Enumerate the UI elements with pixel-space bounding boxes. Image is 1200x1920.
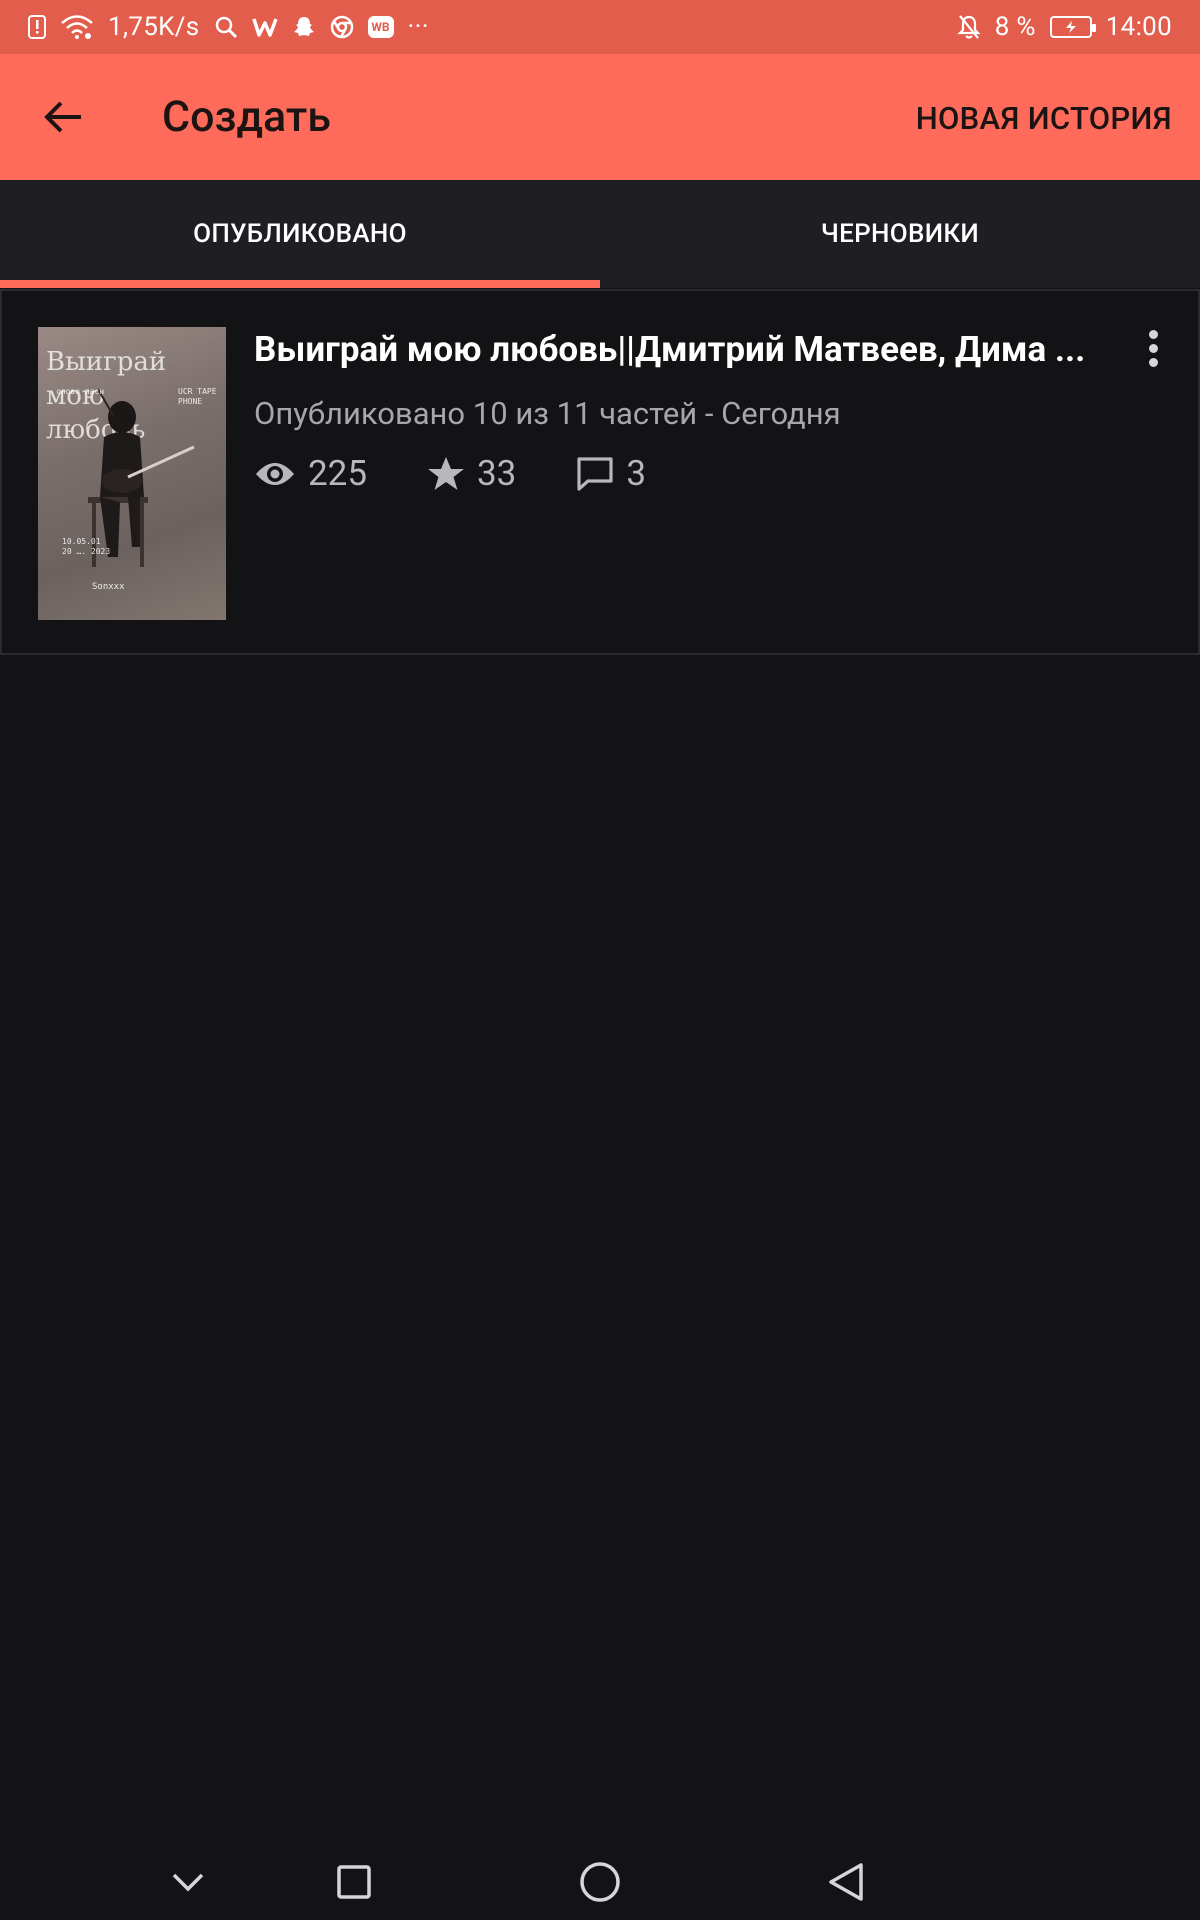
cover-note-left: слово пасн bbox=[56, 387, 105, 396]
nav-recents-button[interactable] bbox=[326, 1854, 382, 1910]
battery-percent: 8 % bbox=[994, 12, 1036, 42]
status-bar-left: 1,75K/s WB ··· bbox=[28, 12, 429, 42]
cover-handle: Sonxxx bbox=[92, 582, 125, 592]
wb-app-icon: WB bbox=[367, 16, 394, 38]
triangle-back-icon bbox=[829, 1863, 863, 1901]
status-bar: 1,75K/s WB ··· 8 % 14:00 bbox=[0, 0, 1200, 54]
arrow-left-icon bbox=[44, 101, 81, 133]
wifi-icon bbox=[60, 12, 94, 42]
system-nav-bar bbox=[0, 1840, 1200, 1920]
story-title[interactable]: Выиграй мою любовь||Дмитрий Матвеев, Дим… bbox=[254, 329, 1104, 370]
story-publish-status: Опубликовано 10 из 11 частей - Сегодня bbox=[254, 395, 841, 432]
story-list-item[interactable]: Выиграй мою любовь слово пасн UCR TAPE P… bbox=[0, 289, 1200, 655]
nav-collapse-button[interactable] bbox=[160, 1854, 216, 1910]
clock: 14:00 bbox=[1105, 12, 1172, 42]
more-options-dot bbox=[1148, 343, 1158, 353]
page-title: Создать bbox=[162, 92, 331, 142]
cover-title-line: Выиграй bbox=[46, 347, 167, 377]
new-story-button[interactable]: НОВАЯ ИСТОРИЯ bbox=[916, 100, 1172, 137]
app-bar: Создать НОВАЯ ИСТОРИЯ bbox=[0, 54, 1200, 180]
active-tab-indicator bbox=[0, 280, 600, 288]
app-screen: 1,75K/s WB ··· 8 % 14:00 Создать НОВАЯ И… bbox=[0, 0, 1200, 1920]
cover-note-right: UCR TAPE PHONE bbox=[178, 387, 217, 406]
comments-stat: 3 bbox=[576, 453, 646, 494]
square-icon bbox=[337, 1865, 371, 1899]
alert-icon bbox=[28, 12, 46, 42]
tab-drafts[interactable]: ЧЕРНОВИКИ bbox=[600, 180, 1200, 288]
eye-icon bbox=[256, 462, 294, 485]
votes-count: 33 bbox=[477, 453, 517, 494]
battery-icon bbox=[1049, 16, 1096, 38]
tab-drafts-label: ЧЕРНОВИКИ bbox=[820, 219, 980, 249]
status-bar-right: 8 % 14:00 bbox=[957, 12, 1172, 42]
more-options-button[interactable] bbox=[1138, 323, 1168, 373]
votes-stat: 33 bbox=[427, 453, 516, 494]
more-notifications-icon: ··· bbox=[407, 12, 429, 42]
nav-back-button[interactable] bbox=[818, 1854, 874, 1910]
back-button[interactable] bbox=[40, 94, 86, 140]
story-stats: 225 33 3 bbox=[254, 453, 706, 494]
snapchat-icon bbox=[292, 12, 316, 42]
more-options-dot bbox=[1148, 329, 1158, 339]
cover-date: 10.05.01 20 …. 2023 bbox=[62, 537, 111, 556]
network-speed: 1,75K/s bbox=[108, 12, 200, 42]
comments-count: 3 bbox=[626, 453, 647, 494]
bell-off-icon bbox=[957, 12, 981, 42]
star-icon bbox=[428, 456, 465, 490]
story-cover-image[interactable]: Выиграй мою любовь слово пасн UCR TAPE P… bbox=[38, 327, 226, 620]
tab-published[interactable]: ОПУБЛИКОВАНО bbox=[0, 180, 600, 288]
more-options-dot bbox=[1148, 357, 1158, 367]
comment-icon bbox=[577, 456, 613, 491]
views-stat: 225 bbox=[254, 453, 367, 494]
search-icon bbox=[214, 12, 238, 42]
views-count: 225 bbox=[308, 453, 368, 494]
chrome-icon bbox=[330, 12, 354, 42]
tab-published-label: ОПУБЛИКОВАНО bbox=[193, 219, 407, 249]
nav-home-button[interactable] bbox=[572, 1854, 628, 1910]
tab-bar: ОПУБЛИКОВАНО ЧЕРНОВИКИ bbox=[0, 180, 1200, 288]
w-app-icon bbox=[251, 12, 278, 42]
chevron-down-icon bbox=[172, 1873, 204, 1892]
circle-icon bbox=[580, 1862, 620, 1902]
